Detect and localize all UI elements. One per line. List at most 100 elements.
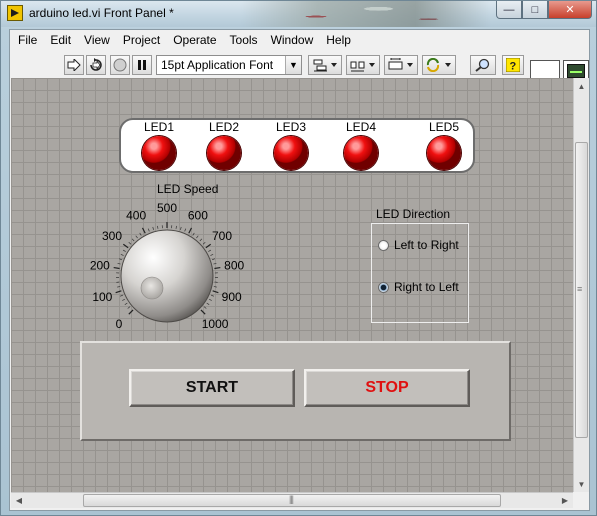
title-background-art — [241, 1, 491, 27]
vertical-scrollbar[interactable]: ▲ ≡ ▼ — [573, 78, 589, 492]
knob-tick-label: 900 — [222, 290, 242, 304]
knob-tick-label: 600 — [188, 208, 208, 222]
window-title: arduino led.vi Front Panel * — [29, 6, 174, 20]
run-button[interactable] — [64, 55, 84, 75]
led-bulb-icon[interactable] — [274, 136, 308, 170]
knob-tick — [214, 266, 221, 270]
knob-tick-label: 200 — [90, 258, 110, 272]
knob-tick-label: 500 — [157, 201, 177, 215]
knob-body[interactable] — [120, 229, 214, 323]
led-4: LED4 — [333, 120, 389, 174]
led-bulb-icon[interactable] — [142, 136, 176, 170]
run-continuous-button[interactable] — [86, 55, 106, 75]
menu-window[interactable]: Window — [271, 33, 314, 47]
knob-minor-tick — [192, 232, 195, 236]
menu-file[interactable]: File — [18, 33, 37, 47]
scroll-up-icon[interactable]: ▲ — [574, 78, 589, 94]
menu-operate[interactable]: Operate — [173, 33, 216, 47]
led-1: LED1 — [131, 120, 187, 174]
chevron-down-icon: ▼ — [285, 56, 301, 74]
radio-left-to-right[interactable]: Left to Right — [378, 238, 459, 252]
menu-help[interactable]: Help — [326, 33, 351, 47]
knob-tick-label: 1000 — [202, 317, 229, 331]
knob-minor-tick — [139, 232, 142, 236]
knob-minor-tick — [152, 226, 154, 231]
knob-tick-label: 300 — [102, 229, 122, 243]
app-window: arduino led.vi Front Panel * — □ ✕ File … — [0, 0, 597, 516]
horizontal-scrollbar[interactable]: ◀ ||| ▶ — [11, 492, 573, 508]
knob-minor-tick — [210, 294, 214, 297]
knob-minor-tick — [206, 302, 210, 305]
svg-text:?: ? — [510, 61, 517, 73]
pause-button[interactable] — [132, 55, 152, 75]
knob-tick-label: 0 — [116, 317, 123, 331]
knob-tick — [128, 309, 134, 315]
knob-minor-tick — [147, 228, 150, 232]
knob-minor-tick — [213, 286, 217, 288]
align-icon — [313, 59, 337, 72]
front-panel-frame: File Edit View Project Operate Tools Win… — [9, 29, 590, 511]
knob-minor-tick — [135, 235, 138, 239]
resize-icon — [388, 58, 413, 70]
led-bulb-icon[interactable] — [427, 136, 461, 170]
led-2: LED2 — [196, 120, 252, 174]
radio-button-icon[interactable] — [378, 239, 389, 251]
radio-option-label: Left to Right — [394, 238, 459, 252]
grip-icon: ||| — [289, 494, 294, 504]
reorder-button[interactable] — [422, 55, 456, 75]
led-cluster: LED1 LED2 LED3 LED4 LED5 — [119, 118, 475, 173]
led-label: LED5 — [428, 120, 460, 134]
knob-minor-tick — [180, 226, 182, 231]
knob-minor-tick — [120, 253, 124, 256]
knob-minor-tick — [118, 258, 122, 261]
knob-tick-label: 400 — [126, 208, 146, 222]
knob-minor-tick — [208, 298, 212, 301]
radio-right-to-left[interactable]: Right to Left — [378, 280, 459, 294]
distribute-icon — [350, 61, 375, 72]
abort-button[interactable] — [110, 55, 130, 75]
minimize-button[interactable]: — — [496, 1, 522, 19]
search-button[interactable] — [470, 55, 496, 75]
menu-edit[interactable]: Edit — [50, 33, 71, 47]
align-objects-button[interactable] — [308, 55, 342, 75]
title-bar[interactable]: arduino led.vi Front Panel * — □ ✕ — [1, 1, 596, 27]
search-icon — [475, 58, 490, 72]
knob-tick — [188, 227, 193, 234]
radio-option-label: Right to Left — [394, 280, 459, 294]
font-select[interactable]: 15pt Application Font ▼ — [156, 55, 302, 75]
knob-tick — [141, 227, 146, 234]
menu-view[interactable]: View — [84, 33, 110, 47]
scroll-right-icon[interactable]: ▶ — [557, 493, 573, 508]
knob-minor-tick — [184, 228, 187, 232]
context-help-button[interactable]: ? — [502, 55, 524, 75]
run-arrow-icon — [67, 59, 81, 71]
front-panel-canvas: LED1 LED2 LED3 LED4 LED5 LED Speed 0 100… — [11, 78, 573, 492]
led-5: LED5 — [416, 120, 472, 174]
maximize-button[interactable]: □ — [522, 1, 548, 19]
font-select-value: 15pt Application Font — [161, 58, 274, 72]
led-bulb-icon[interactable] — [207, 136, 241, 170]
knob-minor-tick — [202, 242, 206, 245]
reorder-icon — [426, 58, 451, 72]
scroll-left-icon[interactable]: ◀ — [11, 493, 27, 508]
radio-button-selected-icon[interactable] — [378, 281, 389, 293]
knob-minor-tick — [175, 225, 177, 229]
knob-minor-tick — [131, 238, 135, 242]
knob-minor-tick — [117, 286, 121, 288]
stop-button[interactable]: STOP — [304, 369, 470, 407]
knob-minor-tick — [122, 298, 126, 301]
distribute-objects-button[interactable] — [346, 55, 380, 75]
led-3: LED3 — [263, 120, 319, 174]
direction-label: LED Direction — [376, 207, 451, 221]
grip-icon: ≡ — [577, 284, 582, 294]
led-bulb-icon[interactable] — [344, 136, 378, 170]
close-button[interactable]: ✕ — [548, 1, 592, 19]
speed-knob[interactable]: 0 100 200 300 400 500 600 700 800 900 1000 — [83, 198, 263, 362]
scroll-down-icon[interactable]: ▼ — [574, 476, 589, 492]
menu-bar: File Edit View Project Operate Tools Win… — [10, 30, 589, 50]
menu-tools[interactable]: Tools — [230, 33, 258, 47]
resize-objects-button[interactable] — [384, 55, 418, 75]
start-button[interactable]: START — [129, 369, 295, 407]
menu-project[interactable]: Project — [123, 33, 160, 47]
knob-minor-tick — [213, 262, 217, 265]
